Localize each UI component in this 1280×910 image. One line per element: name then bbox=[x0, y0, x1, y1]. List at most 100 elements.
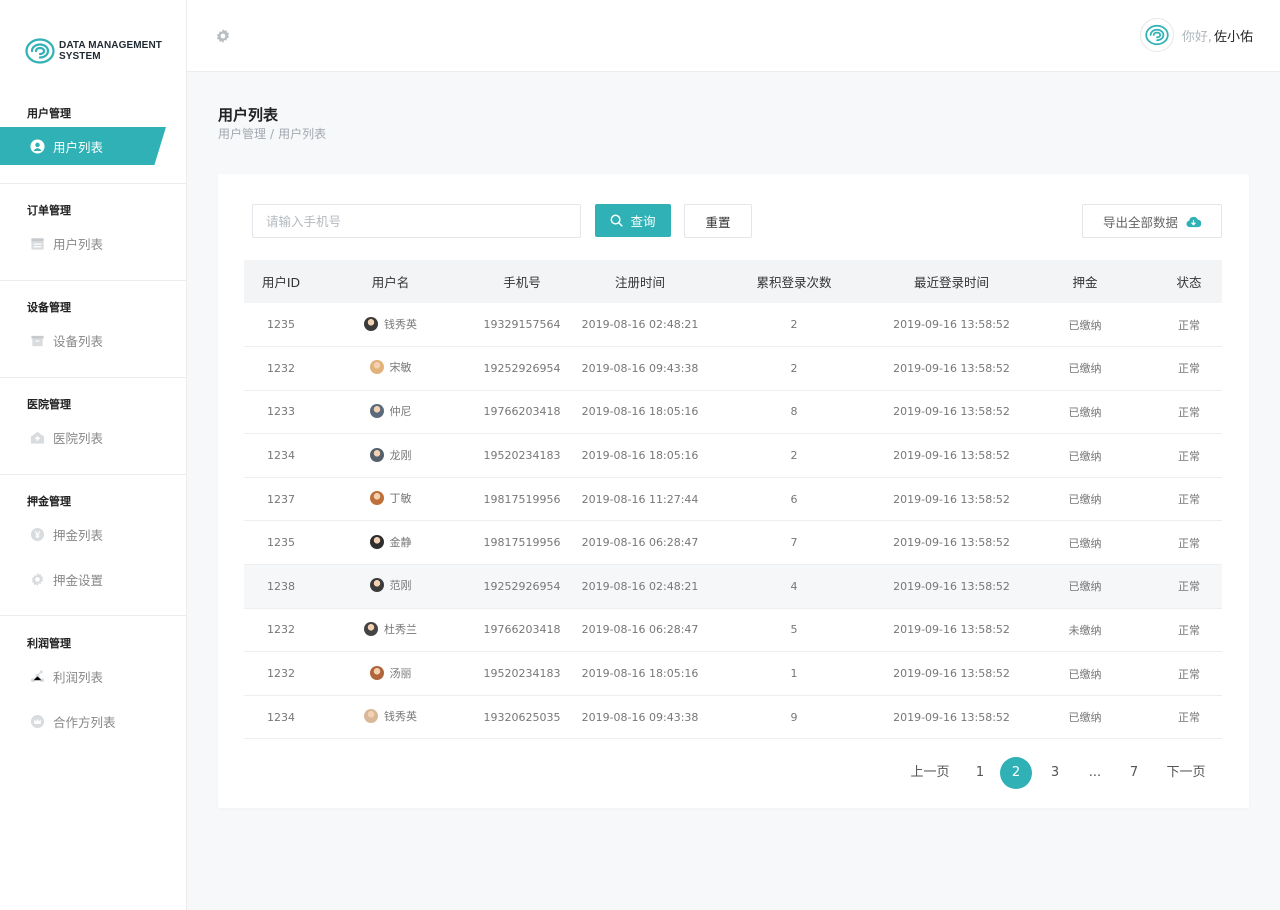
table-row[interactable]: 1234 龙刚 19520234183 2019-08-16 18:05:16 2 201… bbox=[244, 433, 1222, 478]
cell-phone: 19520234183 bbox=[463, 433, 581, 478]
avatar bbox=[364, 316, 378, 331]
column-header-user-id[interactable]: 用户ID bbox=[244, 260, 318, 303]
cell-phone: 19766203418 bbox=[463, 608, 581, 653]
column-header-last-login[interactable]: 最近登录时间 bbox=[889, 260, 1014, 303]
next-page-button[interactable]: 下一页 bbox=[1166, 757, 1206, 789]
cell-user-id: 1235 bbox=[244, 520, 318, 566]
cell-registered: 2019-08-16 18:05:16 bbox=[581, 651, 699, 696]
greeting-text: 你好, bbox=[1181, 29, 1212, 45]
cell-username[interactable]: 汤丽 bbox=[369, 665, 412, 681]
page-1-button[interactable]: 1 bbox=[972, 757, 988, 789]
column-header-logins[interactable]: 累积登录次数 bbox=[699, 260, 889, 303]
reset-button[interactable]: 重置 bbox=[684, 204, 752, 238]
cell-registered: 2019-08-16 09:43:38 bbox=[581, 695, 699, 740]
column-header-deposit[interactable]: 押金 bbox=[1014, 260, 1156, 303]
table-row[interactable]: 1233 仲尼 19766203418 2019-08-16 18:05:16 8 201… bbox=[244, 390, 1222, 435]
page-2-button-current[interactable]: 2 bbox=[1000, 757, 1032, 789]
column-header-username[interactable]: 用户名 bbox=[318, 260, 463, 303]
column-header-registered[interactable]: 注册时间 bbox=[581, 260, 699, 303]
table-row[interactable]: 1232 杜秀兰 19766203418 2019-08-16 06:28:47 5 20… bbox=[244, 608, 1222, 653]
cell-status: 正常 bbox=[1156, 390, 1222, 435]
avatar[interactable] bbox=[1139, 18, 1174, 52]
cell-username[interactable]: 丁敏 bbox=[369, 490, 412, 506]
table-row[interactable]: 1232 汤丽 19520234183 2019-08-16 18:05:16 1 201… bbox=[244, 651, 1222, 696]
page-3-button[interactable]: 3 bbox=[1047, 757, 1063, 789]
cell-phone: 19252926954 bbox=[463, 564, 581, 609]
username[interactable]: 佐小佑 bbox=[1214, 26, 1253, 45]
cell-username[interactable]: 龙刚 bbox=[369, 447, 412, 463]
column-header-status[interactable]: 状态 bbox=[1156, 260, 1222, 303]
sidebar-item-deposit-list[interactable]: 押金列表 bbox=[0, 515, 187, 553]
settings-gear-icon[interactable] bbox=[215, 28, 231, 44]
page-ellipsis: ... bbox=[1088, 765, 1102, 780]
search-icon bbox=[611, 214, 624, 227]
prev-page-button[interactable]: 上一页 bbox=[910, 757, 950, 789]
cell-username[interactable]: 宋敏 bbox=[369, 359, 412, 375]
sidebar-item-label: 设备列表 bbox=[53, 333, 104, 349]
cell-user-id: 1235 bbox=[244, 303, 318, 348]
sidebar-item-hospital-list[interactable]: 医院列表 bbox=[0, 418, 187, 456]
sidebar-item-order-user-list[interactable]: 用户列表 bbox=[0, 224, 187, 262]
cell-username[interactable]: 范刚 bbox=[369, 577, 412, 593]
avatar bbox=[364, 709, 378, 724]
table-row[interactable]: 1234 钱秀英 19320625035 2019-08-16 09:43:38 9 20… bbox=[244, 695, 1222, 740]
query-button[interactable]: 查询 bbox=[595, 204, 671, 237]
avatar bbox=[369, 447, 384, 462]
cell-deposit-status: 已缴纳 bbox=[1014, 346, 1156, 391]
cell-logins: 7 bbox=[699, 520, 889, 566]
nav-group-profit-management: 利润管理 bbox=[27, 637, 71, 650]
page-7-button[interactable]: 7 bbox=[1126, 757, 1142, 789]
divider bbox=[0, 183, 187, 184]
sidebar-item-label: 用户列表 bbox=[53, 139, 104, 155]
query-button-label: 查询 bbox=[630, 214, 656, 229]
table-row[interactable]: 1235 金静 19817519956 2019-08-16 06:28:47 7 201… bbox=[244, 520, 1222, 566]
username-text: 宋敏 bbox=[389, 361, 412, 375]
breadcrumb-separator: / bbox=[270, 127, 275, 141]
hospital-icon bbox=[29, 429, 45, 445]
avatar bbox=[364, 621, 378, 636]
table-row[interactable]: 1235 钱秀英 19329157564 2019-08-16 02:48:21 2 20… bbox=[244, 303, 1222, 348]
cell-logins: 2 bbox=[699, 346, 889, 391]
brand-logo[interactable]: DATA MANAGEMENT SYSTEM bbox=[24, 36, 162, 66]
cell-logins: 1 bbox=[699, 651, 889, 696]
cell-status: 正常 bbox=[1156, 608, 1222, 653]
username-text: 范刚 bbox=[389, 579, 412, 593]
sidebar-item-partner-list[interactable]: 合作方列表 bbox=[0, 702, 187, 740]
cell-deposit-status: 已缴纳 bbox=[1014, 477, 1156, 522]
export-all-button[interactable]: 导出全部数据 bbox=[1082, 204, 1222, 238]
pagination: 上一页 1 2 3 ... 7 下一页 bbox=[218, 757, 1249, 789]
column-header-phone[interactable]: 手机号 bbox=[463, 260, 581, 303]
breadcrumb-current: 用户列表 bbox=[278, 127, 327, 141]
table-row[interactable]: 1237 丁敏 19817519956 2019-08-16 11:27:44 6 201… bbox=[244, 477, 1222, 522]
sidebar-item-user-list[interactable]: 用户列表 bbox=[0, 127, 187, 165]
sidebar-item-profit-list[interactable]: 利润列表 bbox=[0, 657, 187, 695]
sidebar-item-device-list[interactable]: 设备列表 bbox=[0, 321, 187, 359]
divider bbox=[0, 377, 187, 378]
breadcrumb-item[interactable]: 用户管理 bbox=[218, 127, 266, 141]
nav-group-device-management: 设备管理 bbox=[27, 301, 71, 314]
cell-username[interactable]: 金静 bbox=[369, 534, 412, 550]
avatar bbox=[369, 491, 384, 506]
cell-deposit-status: 已缴纳 bbox=[1014, 695, 1156, 740]
cell-status: 正常 bbox=[1156, 695, 1222, 740]
cell-username[interactable]: 仲尼 bbox=[369, 403, 412, 419]
table-row[interactable]: 1232 宋敏 19252926954 2019-08-16 09:43:38 2 201… bbox=[244, 346, 1222, 391]
table-row[interactable]: 1238 范刚 19252926954 2019-08-16 02:48:21 4 201… bbox=[244, 564, 1222, 609]
cell-status: 正常 bbox=[1156, 651, 1222, 696]
cell-username[interactable]: 钱秀英 bbox=[364, 316, 417, 332]
cell-username[interactable]: 杜秀兰 bbox=[364, 621, 417, 637]
calendar-icon bbox=[29, 235, 45, 251]
avatar bbox=[369, 665, 384, 680]
user-menu[interactable]: 你好, 佐小佑 bbox=[1139, 18, 1253, 52]
sidebar-item-deposit-settings[interactable]: 押金设置 bbox=[0, 560, 187, 598]
username-text: 杜秀兰 bbox=[384, 622, 417, 636]
top-header: 你好, 佐小佑 bbox=[187, 0, 1280, 72]
phone-search-input[interactable] bbox=[252, 204, 581, 238]
cell-deposit-status: 已缴纳 bbox=[1014, 651, 1156, 696]
breadcrumb: 用户管理 / 用户列表 bbox=[218, 125, 326, 142]
cell-last-login: 2019-09-16 13:58:52 bbox=[889, 303, 1014, 348]
cell-registered: 2019-08-16 06:28:47 bbox=[581, 608, 699, 653]
cell-username[interactable]: 钱秀英 bbox=[364, 708, 417, 724]
sidebar-item-label: 押金设置 bbox=[53, 572, 104, 588]
cell-registered: 2019-08-16 02:48:21 bbox=[581, 564, 699, 609]
